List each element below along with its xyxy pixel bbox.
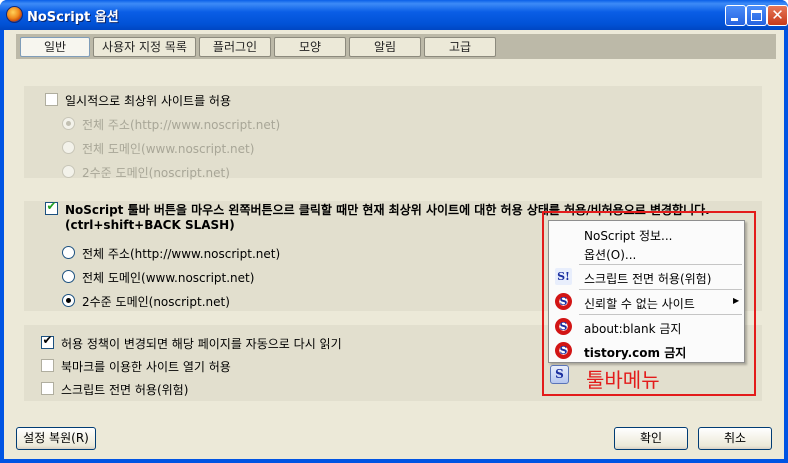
submenu-arrow-icon: ▶ bbox=[733, 296, 740, 305]
close-icon: ✕ bbox=[771, 6, 784, 24]
temp-allow-full-address-label: 전체 주소(http://www.noscript.net) bbox=[82, 118, 281, 132]
temp-allow-group: 일시적으로 최상위 사이트를 허용 전체 주소(http://www.noscr… bbox=[24, 86, 762, 180]
toolbar-menu-caption: 툴바메뉴 bbox=[586, 368, 660, 392]
global-allow-checkbox[interactable] bbox=[41, 382, 54, 395]
tab-general[interactable]: 일반 bbox=[20, 37, 90, 57]
tab-strip: 일반 사용자 지정 목록 플러그인 모양 알림 고급 bbox=[16, 34, 776, 59]
toolbar-click-radio-second-level[interactable] bbox=[62, 294, 75, 307]
bookmarks-checkbox[interactable] bbox=[41, 359, 54, 372]
menu-separator bbox=[579, 264, 742, 265]
toolbar-context-menu: NoScript 정보... 옵션(O)... S! 스크립트 전면 허용(위험… bbox=[548, 220, 745, 363]
reset-settings-button[interactable]: 설정 복원(R) bbox=[16, 427, 96, 450]
noscript-forbid-icon: S bbox=[555, 342, 572, 359]
global-allow-label: 스크립트 전면 허용(위험) bbox=[61, 383, 189, 397]
title-bar[interactable]: NoScript 옵션 ✕ bbox=[0, 0, 788, 30]
tab-notifications[interactable]: 알림 bbox=[349, 37, 421, 57]
close-button[interactable]: ✕ bbox=[767, 5, 788, 26]
radio-dot bbox=[66, 121, 71, 126]
menu-item-options[interactable]: 옵션(O)... bbox=[549, 242, 744, 264]
tab-advanced[interactable]: 고급 bbox=[424, 37, 496, 57]
firefox-icon bbox=[6, 6, 23, 23]
temp-allow-full-domain-label: 전체 도메인(www.noscript.net) bbox=[82, 142, 255, 156]
checkmark-icon: ✔ bbox=[42, 333, 53, 347]
maximize-icon bbox=[751, 10, 762, 21]
menu-item-label: 옵션(O)... bbox=[584, 248, 637, 262]
menu-item-allow-all[interactable]: S! 스크립트 전면 허용(위험) bbox=[549, 266, 744, 288]
menu-separator bbox=[579, 289, 742, 290]
radio-dot bbox=[66, 298, 71, 303]
minimize-icon bbox=[731, 18, 738, 21]
toolbar-click-shortcut: (ctrl+shift+BACK SLASH) bbox=[65, 218, 235, 232]
temp-allow-label: 일시적으로 최상위 사이트를 허용 bbox=[65, 94, 232, 108]
noscript-forbid-icon: S bbox=[555, 318, 572, 335]
menu-item-untrusted-sites[interactable]: S 신뢰할 수 없는 사이트 ▶ bbox=[549, 291, 744, 313]
temp-allow-radio-full-domain[interactable] bbox=[62, 141, 75, 154]
checkmark-icon: ✔ bbox=[46, 199, 57, 213]
noscript-allow-icon: S! bbox=[555, 268, 572, 285]
tab-appearance[interactable]: 모양 bbox=[274, 37, 346, 57]
menu-item-label: 스크립트 전면 허용(위험) bbox=[584, 272, 712, 286]
menu-item-label: about:blank 금지 bbox=[584, 322, 682, 336]
temp-allow-radio-second-level[interactable] bbox=[62, 165, 75, 178]
toolbar-click-radio-full-domain[interactable] bbox=[62, 270, 75, 283]
toolbar-click-radio-full-address[interactable] bbox=[62, 246, 75, 259]
minimize-button[interactable] bbox=[725, 5, 746, 26]
menu-item-label: tistory.com 금지 bbox=[584, 346, 687, 360]
tab-custom-list[interactable]: 사용자 지정 목록 bbox=[93, 37, 196, 57]
menu-item-label: 신뢰할 수 없는 사이트 bbox=[584, 297, 695, 311]
menu-item-forbid-about-blank[interactable]: S about:blank 금지 bbox=[549, 316, 744, 338]
window-title: NoScript 옵션 bbox=[27, 10, 119, 25]
temp-allow-radio-full-address[interactable] bbox=[62, 117, 75, 130]
toolbar-click-second-level-label: 2수준 도메인(noscript.net) bbox=[82, 295, 230, 309]
bookmarks-label: 북마크를 이용한 사이트 열기 허용 bbox=[61, 360, 231, 374]
cancel-button[interactable]: 취소 bbox=[698, 427, 772, 450]
auto-reload-label: 허용 정책이 변경되면 해당 페이지를 자동으로 다시 읽기 bbox=[61, 337, 342, 351]
noscript-forbid-icon: S bbox=[555, 293, 572, 310]
temp-allow-second-level-label: 2수준 도메인(noscript.net) bbox=[82, 166, 230, 180]
toolbar-click-full-domain-label: 전체 도메인(www.noscript.net) bbox=[82, 271, 255, 285]
tab-plugins[interactable]: 플러그인 bbox=[199, 37, 271, 57]
menu-separator bbox=[579, 314, 742, 315]
ok-button[interactable]: 확인 bbox=[614, 427, 688, 450]
maximize-button[interactable] bbox=[746, 5, 767, 26]
auto-reload-checkbox[interactable]: ✔ bbox=[41, 333, 54, 349]
toolbar-click-checkbox[interactable]: ✔ bbox=[45, 199, 58, 215]
menu-item-forbid-tistory[interactable]: S tistory.com 금지 bbox=[549, 340, 744, 362]
temp-allow-checkbox[interactable] bbox=[45, 93, 58, 106]
toolbar-click-full-address-label: 전체 주소(http://www.noscript.net) bbox=[82, 247, 281, 261]
noscript-toolbar-button-icon[interactable]: S bbox=[550, 365, 569, 384]
